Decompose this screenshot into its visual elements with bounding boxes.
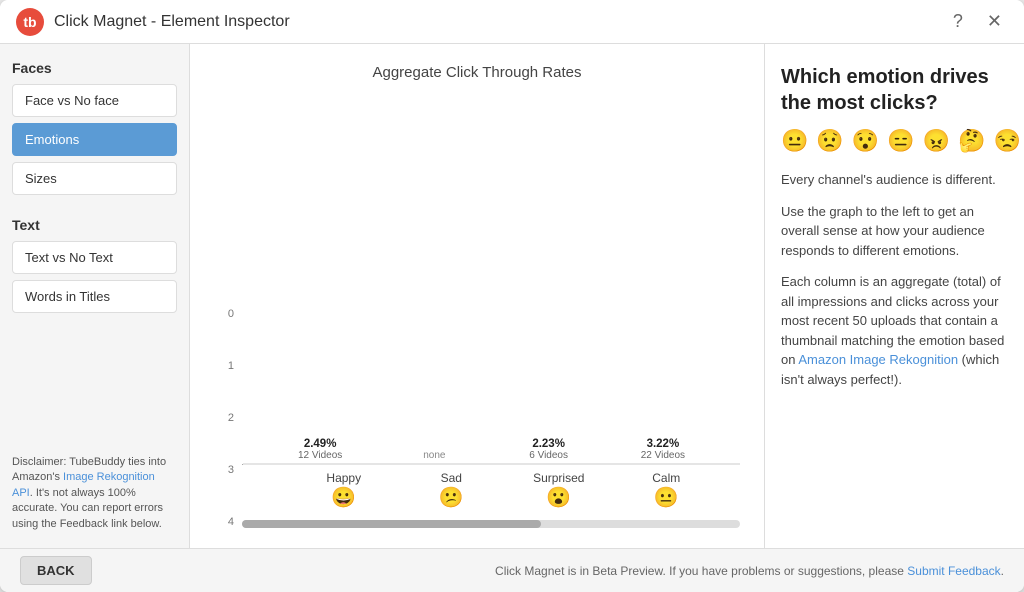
- title-bar: tb Click Magnet - Element Inspector ? ✕: [0, 0, 1024, 44]
- y-tick-3: 3: [228, 464, 234, 476]
- emoji-5: 😠: [923, 128, 950, 154]
- info-paragraph-1: Every channel's audience is different.: [781, 170, 1008, 190]
- bar-label-happy-videos: 12 Videos: [298, 450, 342, 461]
- back-button[interactable]: BACK: [20, 556, 92, 585]
- help-button[interactable]: ?: [947, 9, 969, 34]
- y-tick-2: 2: [228, 412, 234, 424]
- bar-label-sad-none: none: [423, 450, 445, 461]
- app-logo: tb: [16, 8, 44, 36]
- chart-title: Aggregate Click Through Rates: [214, 64, 740, 81]
- x-label-calm-text: Calm: [652, 471, 680, 485]
- x-label-sad-text: Sad: [441, 471, 462, 485]
- emoji-4: 😑: [887, 128, 914, 154]
- logo-text: tb: [23, 14, 36, 30]
- sidebar-item-emotions[interactable]: Emotions: [12, 123, 177, 156]
- info-panel-title: Which emotion drives the most clicks?: [781, 64, 1008, 116]
- info-paragraph-3: Each column is an aggregate (total) of a…: [781, 272, 1008, 389]
- x-label-calm: Calm 😐: [638, 471, 694, 510]
- x-label-sad: Sad 😕: [423, 471, 479, 510]
- bar-label-happy-pct: 2.49%: [304, 438, 337, 450]
- app-window: tb Click Magnet - Element Inspector ? ✕ …: [0, 0, 1024, 592]
- bar-label-calm-videos: 22 Videos: [641, 450, 685, 461]
- window-title: Click Magnet - Element Inspector: [54, 13, 290, 31]
- chart-body: 4 3 2 1 0: [214, 97, 740, 528]
- amazon-link[interactable]: Amazon Image Rekognition: [798, 352, 958, 367]
- disclaimer-rest: . It's not always 100% accurate. You can…: [12, 487, 163, 530]
- footer-status: Click Magnet is in Beta Preview. If you …: [495, 564, 1004, 578]
- disclaimer: Disclaimer: TubeBuddy ties into Amazon's…: [12, 455, 177, 532]
- sidebar-faces-section: Faces Face vs No face Emotions Sizes: [12, 60, 177, 201]
- emoji-3: 😯: [852, 128, 879, 154]
- close-button[interactable]: ✕: [981, 9, 1008, 34]
- bar-label-surprised-videos: 6 Videos: [529, 450, 568, 461]
- chart-scrollbar[interactable]: [242, 520, 740, 528]
- sidebar-item-text-vs-no-text[interactable]: Text vs No Text: [12, 241, 177, 274]
- emoji-7: 😒: [993, 128, 1020, 154]
- info-paragraph-2: Use the graph to the left to get an over…: [781, 202, 1008, 261]
- sidebar-text-title: Text: [12, 217, 177, 233]
- emoji-1: 😐: [781, 128, 808, 154]
- footer: BACK Click Magnet is in Beta Preview. If…: [0, 548, 1024, 592]
- scrollbar-thumb: [242, 520, 541, 528]
- y-tick-0: 0: [228, 308, 234, 320]
- x-label-surprised-text: Surprised: [533, 471, 584, 485]
- sidebar-faces-title: Faces: [12, 60, 177, 76]
- emoji-2: 😟: [816, 128, 843, 154]
- bar-label-calm-pct: 3.22%: [647, 438, 680, 450]
- chart-inner-wrapper: 2.49% 12 Videos none: [242, 464, 740, 528]
- title-bar-right: ? ✕: [947, 9, 1008, 34]
- y-tick-1: 1: [228, 360, 234, 372]
- main-content: Faces Face vs No face Emotions Sizes Tex…: [0, 44, 1024, 548]
- emoji-6: 🤔: [958, 128, 985, 154]
- y-axis: 4 3 2 1 0: [214, 308, 234, 528]
- info-panel: Which emotion drives the most clicks? 😐 …: [764, 44, 1024, 548]
- x-label-sad-emoji: 😕: [439, 485, 464, 510]
- title-bar-left: tb Click Magnet - Element Inspector: [16, 8, 290, 36]
- x-label-calm-emoji: 😐: [654, 485, 679, 510]
- x-label-happy: Happy 😀: [316, 471, 372, 510]
- chart-inner: 2.49% 12 Videos none: [242, 464, 740, 465]
- info-panel-emoji-row: 😐 😟 😯 😑 😠 🤔 😒: [781, 128, 1008, 154]
- submit-feedback-link[interactable]: Submit Feedback: [907, 564, 1000, 578]
- x-label-surprised-emoji: 😮: [546, 485, 571, 510]
- sidebar-item-face-vs-no-face[interactable]: Face vs No face: [12, 84, 177, 117]
- sidebar-item-sizes[interactable]: Sizes: [12, 162, 177, 195]
- grid-line-4: [243, 464, 740, 465]
- bar-label-surprised-pct: 2.23%: [532, 438, 565, 450]
- x-label-surprised: Surprised 😮: [531, 471, 587, 510]
- sidebar: Faces Face vs No face Emotions Sizes Tex…: [0, 44, 190, 548]
- sidebar-item-words-in-titles[interactable]: Words in Titles: [12, 280, 177, 313]
- chart-area: Aggregate Click Through Rates 4 3 2 1 0: [190, 44, 764, 548]
- x-label-happy-text: Happy: [326, 471, 361, 485]
- footer-status-text: Click Magnet is in Beta Preview. If you …: [495, 564, 907, 578]
- y-tick-4: 4: [228, 516, 234, 528]
- x-labels-row: Happy 😀 Sad 😕 Surprised 😮 Calm: [270, 465, 740, 510]
- footer-status-end: .: [1001, 564, 1004, 578]
- x-label-happy-emoji: 😀: [331, 485, 356, 510]
- sidebar-text-section: Text Text vs No Text Words in Titles: [12, 217, 177, 319]
